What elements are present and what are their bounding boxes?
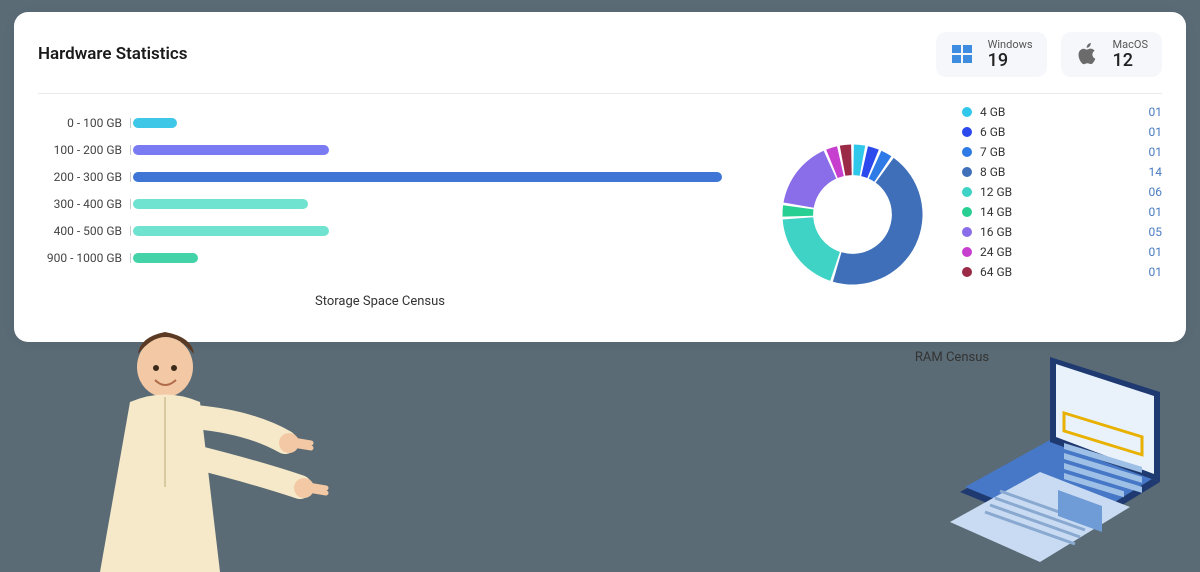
bar-label: 0 - 100 GB [38,116,130,130]
legend-dot [962,187,972,197]
card-header: Hardware Statistics Windows 19 MacOS 12 [38,32,1162,94]
legend-row: 8 GB 14 [962,162,1162,182]
legend-count: 06 [1149,185,1163,199]
legend-row: 7 GB 01 [962,142,1162,162]
legend-label: 7 GB [980,145,1005,159]
apple-icon [1071,38,1103,70]
bar-label: 900 - 1000 GB [38,251,130,265]
storage-bar-row: 300 - 400 GB [38,191,722,218]
laptop-illustration [920,342,1180,572]
donut-slice [783,151,836,208]
legend-row: 24 GB 01 [962,242,1162,262]
bar-label: 300 - 400 GB [38,197,130,211]
ram-legend: 4 GB 01 6 GB 01 7 GB 01 8 GB 14 12 GB 06 14 GB 01 16… [962,100,1162,325]
bar-label: 100 - 200 GB [38,143,130,157]
windows-icon [946,38,978,70]
legend-label: 16 GB [980,225,1012,239]
donut-slice [832,158,922,285]
card-title: Hardware Statistics [38,44,188,64]
legend-dot [962,247,972,257]
storage-caption: Storage Space Census [38,294,722,309]
storage-bar-row: 200 - 300 GB [38,164,722,191]
legend-dot [962,147,972,157]
legend-label: 12 GB [980,185,1012,199]
legend-count: 01 [1149,125,1163,139]
legend-row: 14 GB 01 [962,202,1162,222]
legend-count: 14 [1149,165,1163,179]
os-stats: Windows 19 MacOS 12 [936,32,1162,77]
legend-row: 16 GB 05 [962,222,1162,242]
bar-track [130,226,722,236]
legend-dot [962,107,972,117]
os-windows: Windows 19 [936,32,1047,77]
bar-track [130,145,722,155]
legend-row: 64 GB 01 [962,262,1162,282]
legend-label: 4 GB [980,105,1005,119]
bar-label: 200 - 300 GB [38,170,130,184]
ram-caption: RAM Census [742,350,1162,365]
charts-row: 0 - 100 GB 100 - 200 GB 200 - 300 GB 300 - … [38,100,1162,325]
legend-count: 01 [1149,245,1163,259]
bar-track [130,172,722,182]
bar-track [130,253,722,263]
ram-chart: 4 GB 01 6 GB 01 7 GB 01 8 GB 14 12 GB 06 14 GB 01 16… [742,100,1162,325]
legend-row: 4 GB 01 [962,102,1162,122]
legend-dot [962,127,972,137]
legend-dot [962,227,972,237]
storage-bar-row: 0 - 100 GB [38,110,722,137]
storage-bar-row: 900 - 1000 GB [38,245,722,272]
bar-label: 400 - 500 GB [38,224,130,238]
legend-label: 14 GB [980,205,1012,219]
storage-chart: 0 - 100 GB 100 - 200 GB 200 - 300 GB 300 - … [38,100,722,325]
legend-count: 01 [1149,105,1163,119]
legend-label: 8 GB [980,165,1005,179]
bar-fill [133,253,198,263]
ram-donut [742,100,962,325]
legend-row: 6 GB 01 [962,122,1162,142]
os-count: 19 [988,51,1033,71]
os-count: 12 [1113,51,1148,71]
person-illustration [70,312,350,572]
legend-label: 24 GB [980,245,1012,259]
legend-count: 01 [1149,265,1163,279]
legend-label: 6 GB [980,125,1005,139]
bar-fill [133,145,329,155]
legend-count: 05 [1149,225,1163,239]
legend-label: 64 GB [980,265,1012,279]
bar-fill [133,172,722,182]
bar-track [130,118,722,128]
bar-fill [133,199,308,209]
legend-count: 01 [1149,205,1163,219]
legend-count: 01 [1149,145,1163,159]
legend-row: 12 GB 06 [962,182,1162,202]
donut-slice [782,205,813,216]
bar-fill [133,226,329,236]
bar-fill [133,118,177,128]
legend-dot [962,167,972,177]
legend-dot [962,267,972,277]
os-macos: MacOS 12 [1061,32,1162,77]
storage-bar-row: 400 - 500 GB [38,218,722,245]
hardware-stats-card: Hardware Statistics Windows 19 MacOS 12 [14,12,1186,342]
storage-bar-row: 100 - 200 GB [38,137,722,164]
legend-dot [962,207,972,217]
bar-track [130,199,722,209]
donut-slice [782,217,839,281]
